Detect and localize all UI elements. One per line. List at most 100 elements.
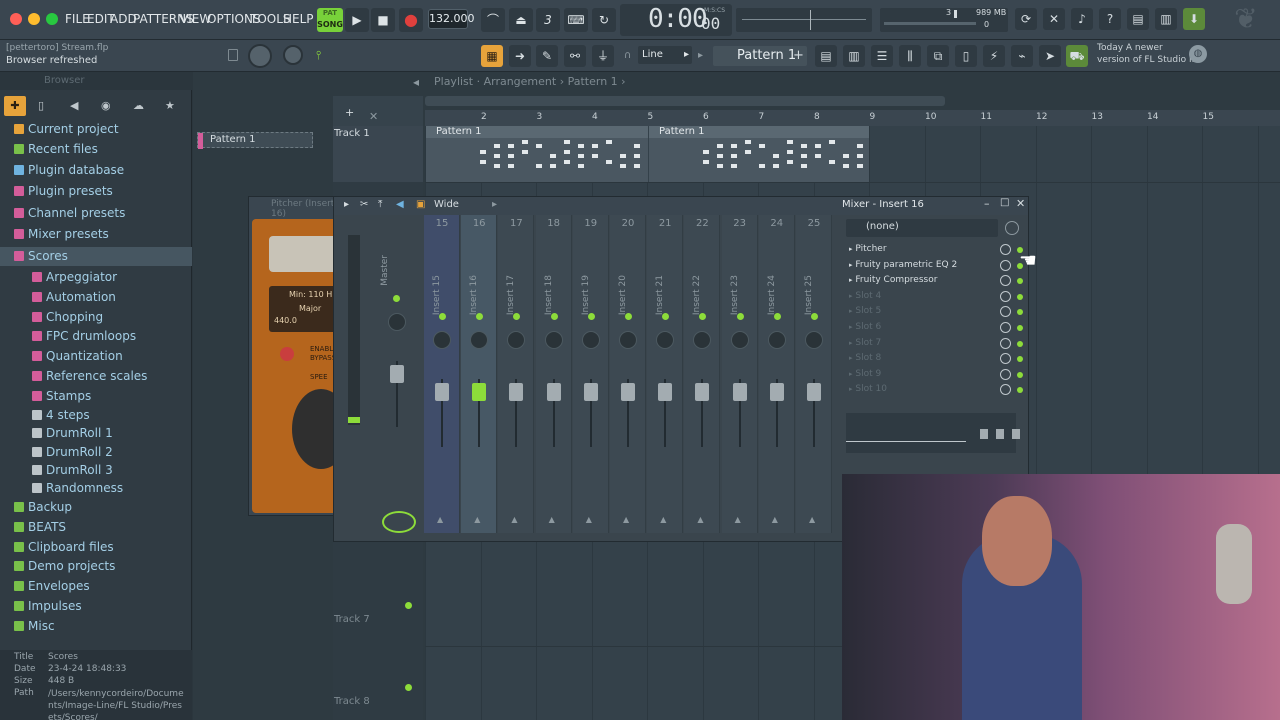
news-panel[interactable]: Today A newer version of FL Studio i... — [1097, 42, 1200, 66]
strip-route-arrow-icon[interactable]: ▲ — [772, 515, 778, 524]
strip-mute-led[interactable] — [587, 313, 595, 320]
strip-pan-knob[interactable] — [805, 331, 823, 349]
browser-item[interactable]: BEATS — [0, 518, 192, 537]
strip-pan-knob[interactable] — [693, 331, 712, 349]
menu-help[interactable]: HELP — [283, 12, 314, 26]
browser-item[interactable]: Plugin database — [0, 161, 192, 180]
bar-number[interactable]: 10 — [925, 112, 936, 122]
browser-item[interactable]: Demo projects — [0, 557, 192, 576]
minimize-icon[interactable]: – — [984, 197, 990, 210]
browser-item[interactable]: Quantization — [0, 347, 192, 366]
mixer-strip-23[interactable]: 23 Insert 23 ▲ — [721, 215, 758, 533]
strip-mute-led[interactable] — [773, 313, 781, 320]
master-route-icon[interactable] — [382, 511, 416, 533]
stop-button[interactable]: ■ — [371, 8, 395, 32]
mixer-strip-15[interactable]: 15 Insert 15 ▲ — [424, 215, 460, 533]
countdown-icon[interactable]: 3 — [536, 8, 560, 32]
track-8-label[interactable]: Track 8 — [334, 696, 370, 707]
mixer-upload-icon[interactable]: ⤒ — [378, 199, 382, 210]
save-icon[interactable]: ▤ — [1127, 8, 1149, 30]
add-pattern-icon[interactable]: + — [793, 48, 804, 63]
bar-number[interactable]: 4 — [592, 112, 598, 122]
browser-item[interactable]: Stamps — [0, 387, 192, 406]
microphone-icon[interactable]: ♪ — [1071, 8, 1093, 30]
mixer-icon[interactable]: ⫼ — [899, 45, 921, 67]
browser-icon[interactable]: ▯ — [955, 45, 977, 67]
fx-slot[interactable]: ▸ Fruity parametric EQ 2 — [845, 258, 1025, 273]
strip-fader[interactable] — [472, 383, 487, 401]
browser-item[interactable]: Clipboard files — [0, 538, 192, 557]
strip-pan-knob[interactable] — [507, 331, 526, 349]
step-edit-icon[interactable]: ⌨ — [564, 8, 588, 32]
time-display[interactable]: 0:00 — [648, 4, 708, 34]
mixer-strip-20[interactable]: 20 Insert 20 ▲ — [610, 215, 646, 533]
browser-star-icon[interactable]: ★ — [165, 99, 175, 112]
eq-graph[interactable] — [846, 413, 1020, 453]
browser-item[interactable]: 4 steps — [0, 406, 192, 425]
strip-mute-led[interactable] — [625, 313, 632, 320]
fx-slot[interactable]: ▸ Slot 8 — [845, 351, 1025, 366]
mixer-layout-icon[interactable]: ▣ — [416, 199, 425, 210]
export-icon[interactable]: ▥ — [1155, 8, 1177, 30]
browser-all-icon[interactable]: ✚ — [4, 96, 26, 116]
menu-file[interactable]: FILE — [65, 12, 90, 26]
master-led[interactable] — [393, 295, 400, 302]
close-icon[interactable]: ✕ — [1016, 197, 1025, 210]
browser-cloud-icon[interactable]: ☁ — [133, 99, 144, 112]
wait-input-icon[interactable]: ⏏ — [509, 8, 533, 32]
store-cart-icon[interactable]: ⛟ — [1066, 45, 1088, 67]
fx-slot[interactable]: ▸ Slot 7 — [845, 336, 1025, 351]
track-7-led[interactable] — [405, 602, 412, 609]
strip-pan-knob[interactable] — [767, 331, 786, 349]
close-window-button[interactable] — [10, 13, 22, 25]
browser-speaker-icon[interactable]: ◀ — [70, 99, 78, 112]
strip-route-arrow-icon[interactable]: ▲ — [511, 515, 517, 524]
bar-number[interactable]: 6 — [703, 112, 709, 122]
master-fader[interactable] — [390, 365, 404, 383]
minimize-window-button[interactable] — [28, 13, 40, 25]
strip-route-arrow-icon[interactable]: ▲ — [697, 515, 703, 524]
track-1-label[interactable]: Track 1 — [334, 128, 370, 139]
strip-fader[interactable] — [435, 383, 449, 401]
fx-slot-mix-knob[interactable] — [1000, 337, 1011, 349]
strip-pan-knob[interactable] — [581, 331, 600, 349]
strip-route-arrow-icon[interactable]: ▲ — [586, 515, 592, 524]
fx-slot[interactable]: ▸ Slot 10 — [845, 382, 1025, 397]
browser-item[interactable]: Arpeggiator — [0, 268, 192, 287]
strip-fader[interactable] — [546, 383, 561, 401]
pattern-picker-item[interactable]: Pattern 1 — [197, 132, 313, 149]
fx-slot[interactable]: ▸ Slot 4 — [845, 289, 1025, 304]
fx-slot[interactable]: ▸ Slot 5 — [845, 304, 1025, 319]
track-7-label[interactable]: Track 7 — [334, 614, 370, 625]
bar-number[interactable]: 13 — [1092, 112, 1103, 122]
bar-number[interactable]: 8 — [814, 112, 820, 122]
browser-item[interactable]: Chopping — [0, 308, 192, 327]
track-8-led[interactable] — [405, 684, 412, 691]
timeline-ruler[interactable]: 2 3 4 5 6 7 8 9 10 11 12 13 14 15 — [425, 110, 1280, 126]
fx-slot-mix-knob[interactable] — [1000, 290, 1011, 302]
maximize-icon[interactable]: □ — [1000, 197, 1009, 208]
panic-icon[interactable]: ⟳ — [1015, 8, 1037, 30]
strip-route-arrow-icon[interactable]: ▲ — [660, 515, 666, 524]
maximize-window-button[interactable] — [46, 13, 58, 25]
bar-number[interactable]: 9 — [870, 112, 876, 122]
help-icon[interactable]: ? — [1099, 8, 1121, 30]
browser-item[interactable]: Current project — [0, 120, 192, 139]
fx-slot-enable-led[interactable] — [1017, 325, 1023, 331]
fx-slot[interactable]: ▸ Pitcher — [845, 242, 1025, 257]
pitcher-enable-led[interactable] — [280, 347, 294, 361]
mixer-strip-25[interactable]: 25 Insert 25 ▲ — [796, 215, 832, 533]
browser-item[interactable]: Plugin presets — [0, 182, 192, 201]
browser-item[interactable]: DrumRoll 3 — [0, 461, 192, 480]
mixer-cut-icon[interactable]: ✂ — [360, 199, 368, 210]
strip-mute-led[interactable] — [736, 313, 744, 320]
mixer-strip-19[interactable]: 19 Insert 19 ▲ — [572, 215, 609, 533]
magnet-icon[interactable]: ∩ — [624, 50, 631, 61]
fx-slot-mix-knob[interactable] — [1000, 259, 1011, 271]
lock-icon[interactable] — [228, 49, 238, 61]
master-strip[interactable]: Master — [338, 215, 416, 533]
browser-file-icon[interactable]: ▯ — [38, 99, 44, 112]
tempo-display[interactable]: 132.000 — [428, 9, 475, 29]
record-button[interactable]: ● — [399, 8, 423, 32]
browser-item[interactable]: Impulses — [0, 597, 192, 616]
